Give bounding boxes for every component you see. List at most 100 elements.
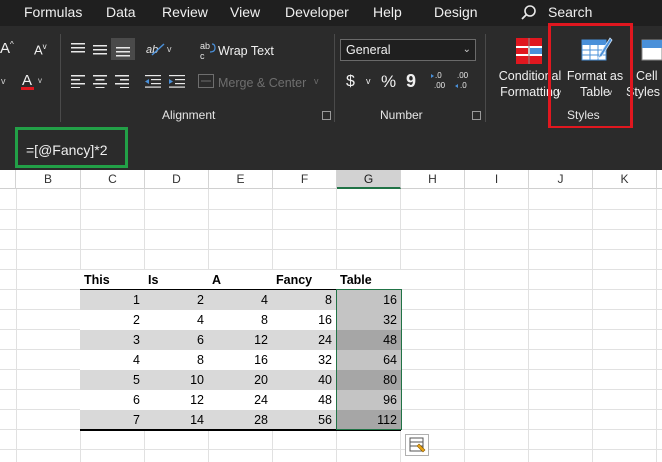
number-format-value: General	[346, 43, 391, 57]
table-header-cell[interactable]: This	[80, 270, 144, 290]
quick-analysis-button[interactable]	[405, 434, 429, 456]
table-cell[interactable]: 8	[208, 310, 272, 330]
table-header-cell[interactable]: A	[208, 270, 272, 290]
table-cell[interactable]: 6	[80, 390, 144, 410]
decrease-decimal-icon[interactable]: .00.0	[454, 70, 476, 92]
table-header-row: This Is A Fancy Table	[80, 270, 401, 290]
column-header-a-partial[interactable]	[0, 170, 16, 189]
table-cell[interactable]: 14	[144, 410, 208, 430]
align-top-icon[interactable]	[70, 42, 86, 56]
align-left-icon[interactable]	[70, 74, 86, 88]
group-separator	[485, 34, 486, 122]
table-cell[interactable]: 12	[208, 330, 272, 350]
column-headers: B C D E F G H I J K	[0, 170, 662, 189]
table-cell[interactable]: 20	[208, 370, 272, 390]
gridline	[0, 209, 662, 210]
column-header-j[interactable]: J	[529, 170, 593, 189]
table-cell[interactable]: 48	[272, 390, 336, 410]
svg-text:v: v	[1, 76, 6, 86]
number-format-select[interactable]: General ⌄	[340, 39, 476, 61]
table-cell[interactable]: 28	[208, 410, 272, 430]
chevron-down-icon: v	[0, 74, 12, 88]
table-header-cell[interactable]: Is	[144, 270, 208, 290]
table-cell[interactable]: 2	[144, 290, 208, 310]
tab-data[interactable]: Data	[106, 4, 136, 20]
table-header-cell[interactable]: Table	[336, 270, 401, 290]
group-separator	[334, 34, 335, 122]
table-cell[interactable]: 24	[208, 390, 272, 410]
svg-text:.0: .0	[460, 81, 467, 90]
font-decrease-icon[interactable]: Av	[34, 42, 47, 57]
tab-view[interactable]: View	[230, 4, 260, 20]
wrap-text-button[interactable]: Wrap Text	[218, 44, 274, 58]
column-header-f[interactable]: F	[273, 170, 337, 189]
formula-input[interactable]: =[@Fancy]*2	[26, 142, 108, 158]
increase-decimal-icon[interactable]: .0.00	[430, 70, 452, 92]
table-cell[interactable]: 5	[80, 370, 144, 390]
indent-decrease-icon[interactable]	[144, 74, 162, 88]
table-cell[interactable]: 7	[80, 410, 144, 430]
table-cell[interactable]: 4	[80, 350, 144, 370]
number-group-label: Number	[380, 108, 423, 122]
table-cell[interactable]: 56	[272, 410, 336, 430]
table-cell[interactable]: 16	[272, 310, 336, 330]
font-color-icon[interactable]: A v	[20, 70, 42, 92]
search-label: Search	[548, 4, 593, 20]
orientation-icon[interactable]: ab v	[146, 40, 174, 58]
column-header-k[interactable]: K	[593, 170, 657, 189]
number-dialog-launcher-icon[interactable]	[472, 111, 481, 120]
font-increase-icon[interactable]: A^	[0, 40, 14, 57]
column-header-h[interactable]: H	[401, 170, 465, 189]
table-cell[interactable]: 8	[272, 290, 336, 310]
align-middle-icon[interactable]	[92, 42, 108, 56]
table-cell[interactable]: 10	[144, 370, 208, 390]
align-bottom-icon[interactable]	[111, 38, 135, 60]
table-cell[interactable]: 40	[272, 370, 336, 390]
table-cell[interactable]: 24	[272, 330, 336, 350]
table-cell[interactable]: 16	[208, 350, 272, 370]
column-header-d[interactable]: D	[145, 170, 209, 189]
currency-dropdown-chevron-icon[interactable]: v	[366, 76, 371, 86]
column-header-g[interactable]: G	[337, 170, 401, 189]
table-cell[interactable]: 4	[208, 290, 272, 310]
percent-icon[interactable]: %	[381, 72, 396, 92]
table-cell[interactable]: 3	[80, 330, 144, 350]
tab-developer[interactable]: Developer	[285, 4, 349, 20]
column-header-i[interactable]: I	[465, 170, 529, 189]
svg-text:.0: .0	[435, 71, 442, 80]
gridline	[0, 449, 662, 450]
table-cell[interactable]: 32	[272, 350, 336, 370]
alignment-dialog-launcher-icon[interactable]	[322, 111, 331, 120]
tab-design[interactable]: Design	[434, 4, 478, 20]
table-cell[interactable]: 2	[80, 310, 144, 330]
group-separator	[60, 34, 61, 122]
svg-text:.00: .00	[434, 81, 446, 90]
align-center-icon[interactable]	[92, 74, 108, 88]
svg-text:v: v	[167, 44, 172, 54]
svg-text:ab: ab	[200, 41, 210, 51]
tab-formulas[interactable]: Formulas	[24, 4, 82, 20]
column-header-b[interactable]: B	[16, 170, 81, 189]
tab-review[interactable]: Review	[162, 4, 208, 20]
column-header-e[interactable]: E	[209, 170, 273, 189]
indent-increase-icon[interactable]	[168, 74, 186, 88]
svg-text:c: c	[200, 51, 205, 60]
table-cell[interactable]: 6	[144, 330, 208, 350]
merge-center-icon	[198, 74, 214, 88]
selection-range	[336, 289, 402, 430]
comma-icon[interactable]: 9	[406, 71, 416, 92]
conditional-formatting-icon	[514, 36, 544, 66]
merge-center-button[interactable]: Merge & Center	[218, 76, 306, 90]
tab-help[interactable]: Help	[373, 4, 402, 20]
table-cell[interactable]: 12	[144, 390, 208, 410]
chevron-down-icon: ⌄	[462, 44, 471, 55]
table-header-cell[interactable]: Fancy	[272, 270, 336, 290]
merge-dropdown-chevron-icon[interactable]: v	[314, 76, 319, 86]
align-right-icon[interactable]	[114, 74, 130, 88]
column-header-c[interactable]: C	[81, 170, 145, 189]
table-cell[interactable]: 1	[80, 290, 144, 310]
currency-icon[interactable]: $	[346, 73, 355, 91]
alignment-group-label: Alignment	[162, 108, 216, 122]
table-cell[interactable]: 8	[144, 350, 208, 370]
table-cell[interactable]: 4	[144, 310, 208, 330]
